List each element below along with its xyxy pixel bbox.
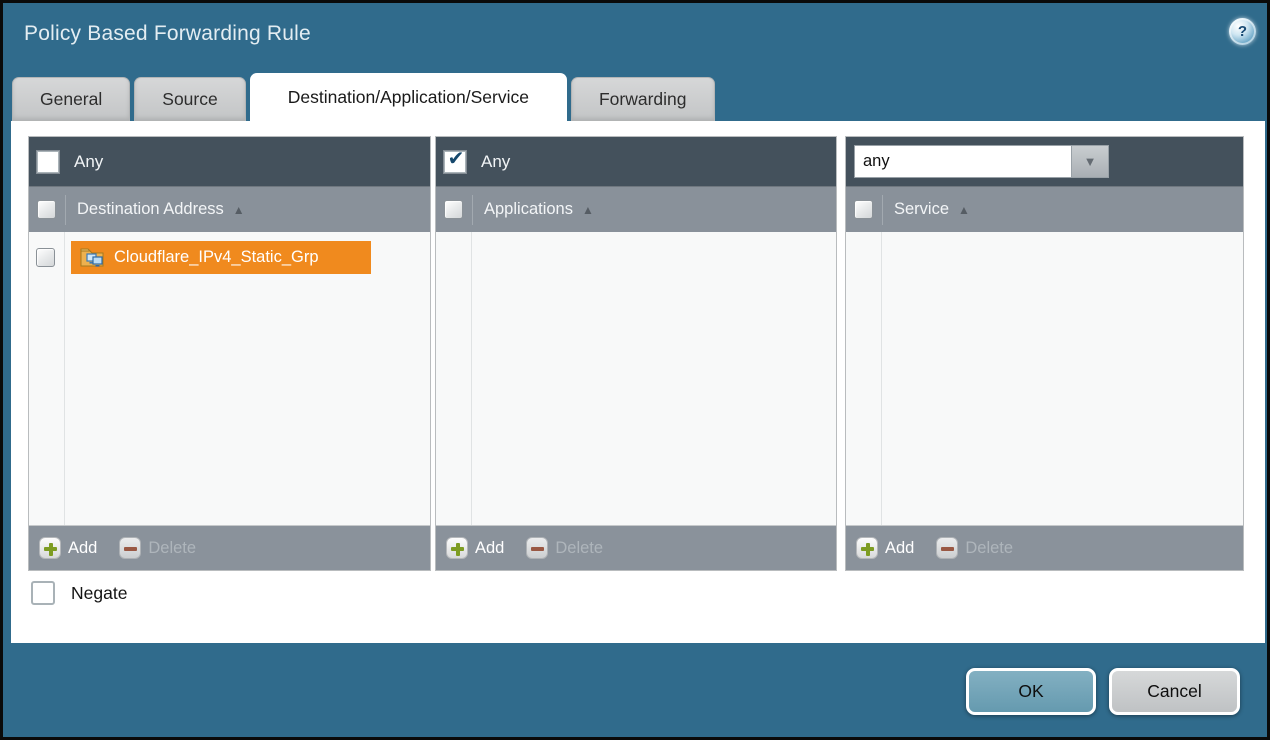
sort-asc-icon[interactable]: ▲ bbox=[582, 203, 594, 217]
service-header-label[interactable]: Service bbox=[894, 200, 949, 219]
checkbox-column-divider bbox=[471, 232, 472, 525]
help-icon[interactable]: ? bbox=[1229, 18, 1256, 45]
cancel-button[interactable]: Cancel bbox=[1109, 668, 1240, 715]
destination-item-label: Cloudflare_IPv4_Static_Grp bbox=[114, 248, 319, 267]
service-select-all-checkbox[interactable] bbox=[854, 200, 873, 219]
add-plus-icon bbox=[446, 537, 468, 559]
tab-bar: General Source Destination/Application/S… bbox=[12, 73, 719, 121]
applications-any-checkbox[interactable]: ✔ bbox=[444, 151, 466, 173]
applications-add-button[interactable]: Add bbox=[446, 537, 504, 559]
service-panel-footer: Add Delete bbox=[846, 525, 1243, 570]
header-divider bbox=[882, 195, 883, 225]
destination-item-checkbox[interactable] bbox=[36, 248, 55, 267]
service-delete-button[interactable]: Delete bbox=[936, 537, 1013, 559]
service-dropdown-button[interactable]: ▼ bbox=[1072, 145, 1109, 178]
delete-minus-icon bbox=[936, 537, 958, 559]
negate-checkbox[interactable] bbox=[31, 581, 55, 605]
tab-general[interactable]: General bbox=[12, 77, 130, 121]
service-list bbox=[846, 232, 1243, 525]
tab-destination-application-service[interactable]: Destination/Application/Service bbox=[250, 73, 567, 121]
applications-header-label[interactable]: Applications bbox=[484, 200, 573, 219]
dialog-title: Policy Based Forwarding Rule bbox=[24, 22, 311, 46]
checkbox-column-divider bbox=[64, 232, 65, 525]
destination-delete-button[interactable]: Delete bbox=[119, 537, 196, 559]
applications-column-header: Applications ▲ bbox=[436, 186, 836, 232]
applications-delete-button[interactable]: Delete bbox=[526, 537, 603, 559]
sort-asc-icon[interactable]: ▲ bbox=[233, 203, 245, 217]
chevron-down-icon: ▼ bbox=[1084, 154, 1097, 169]
destination-any-checkbox[interactable] bbox=[37, 151, 59, 173]
destination-any-label: Any bbox=[74, 152, 103, 172]
service-dropdown-bar: any ▼ bbox=[846, 137, 1243, 186]
header-divider bbox=[472, 195, 473, 225]
sort-asc-icon[interactable]: ▲ bbox=[958, 203, 970, 217]
delete-minus-icon bbox=[119, 537, 141, 559]
service-type-dropdown[interactable]: any ▼ bbox=[854, 145, 1109, 178]
ok-button[interactable]: OK bbox=[966, 668, 1096, 715]
checkbox-column-divider bbox=[881, 232, 882, 525]
address-group-icon bbox=[80, 247, 105, 268]
add-plus-icon bbox=[856, 537, 878, 559]
applications-any-bar: ✔ Any bbox=[436, 137, 836, 186]
destination-panel-footer: Add Delete bbox=[29, 525, 430, 570]
applications-list bbox=[436, 232, 836, 525]
applications-panel-footer: Add Delete bbox=[436, 525, 836, 570]
negate-label: Negate bbox=[71, 583, 127, 604]
checkmark-icon: ✔ bbox=[448, 149, 465, 169]
destination-item-cloudflare-group[interactable]: Cloudflare_IPv4_Static_Grp bbox=[71, 241, 371, 274]
delete-minus-icon bbox=[526, 537, 548, 559]
list-item: Cloudflare_IPv4_Static_Grp bbox=[29, 232, 430, 274]
applications-select-all-checkbox[interactable] bbox=[444, 200, 463, 219]
tab-content: Any Destination Address ▲ bbox=[11, 121, 1265, 643]
service-column-header: Service ▲ bbox=[846, 186, 1243, 232]
applications-any-label: Any bbox=[481, 152, 510, 172]
destination-list: Cloudflare_IPv4_Static_Grp bbox=[29, 232, 430, 525]
destination-add-button[interactable]: Add bbox=[39, 537, 97, 559]
policy-based-forwarding-dialog: Policy Based Forwarding Rule ? General S… bbox=[0, 0, 1270, 740]
tab-source[interactable]: Source bbox=[134, 77, 245, 121]
header-divider bbox=[65, 195, 66, 225]
destination-header-label[interactable]: Destination Address bbox=[77, 200, 224, 219]
destination-column-header: Destination Address ▲ bbox=[29, 186, 430, 232]
destination-any-bar: Any bbox=[29, 137, 430, 186]
add-plus-icon bbox=[39, 537, 61, 559]
destination-address-panel: Any Destination Address ▲ bbox=[28, 136, 431, 571]
destination-select-all-checkbox[interactable] bbox=[37, 200, 56, 219]
tab-forwarding[interactable]: Forwarding bbox=[571, 77, 715, 121]
applications-panel: ✔ Any Applications ▲ Add Dele bbox=[435, 136, 837, 571]
service-add-button[interactable]: Add bbox=[856, 537, 914, 559]
service-panel: any ▼ Service ▲ Add bbox=[845, 136, 1244, 571]
negate-row: Negate bbox=[31, 581, 127, 605]
service-dropdown-value[interactable]: any bbox=[854, 145, 1072, 178]
